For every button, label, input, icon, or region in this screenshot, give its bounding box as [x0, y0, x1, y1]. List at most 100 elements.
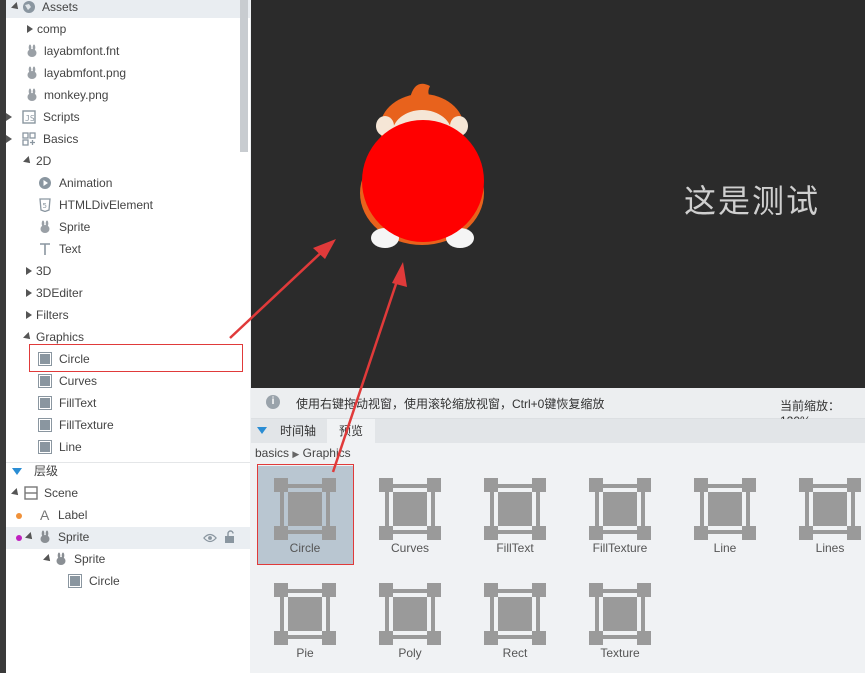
- tree-item-label: layabmfont.png: [44, 66, 127, 80]
- breadcrumb-root[interactable]: basics: [255, 446, 289, 460]
- play-circle-icon: [39, 177, 51, 189]
- graphics-node-icon: [38, 418, 52, 432]
- grid-tile-filltexture[interactable]: FillTexture: [572, 466, 668, 566]
- assets-scrollbar[interactable]: [240, 0, 248, 152]
- breadcrumb: basics ▶ Graphics: [255, 446, 351, 460]
- color-dot-icon: [16, 513, 22, 519]
- stage-text[interactable]: 这是测试: [684, 176, 820, 222]
- expand-arrow-icon[interactable]: [26, 267, 32, 275]
- grid-tile-label: Rect: [502, 646, 528, 660]
- text-icon: [40, 243, 50, 255]
- grid-tile-label: Curves: [390, 541, 429, 555]
- laya-file-icon: [27, 88, 37, 101]
- graphics-node-icon: [38, 396, 52, 410]
- tree-item-label: Sprite: [59, 220, 91, 234]
- collapse-arrow-icon[interactable]: [257, 427, 267, 434]
- tree-item-label: Animation: [59, 176, 113, 190]
- globe-icon: [23, 1, 35, 13]
- grid-tile-label: Lines: [815, 541, 845, 555]
- grid-tile-label: Line: [713, 541, 737, 555]
- tree-item-label: 3D: [36, 264, 52, 278]
- tree-item-label: Basics: [43, 132, 79, 146]
- tree-item-label: Scripts: [43, 110, 80, 124]
- expand-arrow-icon[interactable]: [6, 113, 12, 121]
- lock-icon[interactable]: [223, 530, 237, 544]
- tree-item-label: Line: [59, 440, 82, 454]
- basics-icon: [22, 132, 36, 146]
- grid-tile-label: Poly: [398, 646, 422, 660]
- grid-tile-line[interactable]: Line: [677, 466, 773, 566]
- tree-item-label: 2D: [36, 154, 52, 168]
- label-a-icon: A: [40, 507, 50, 523]
- svg-text:JS: JS: [25, 114, 35, 123]
- tab-preview[interactable]: 预览: [327, 419, 375, 443]
- layer-label: Sprite: [58, 530, 90, 544]
- breadcrumb-current[interactable]: Graphics: [303, 446, 351, 460]
- breadcrumb-separator-icon: ▶: [292, 449, 300, 459]
- grid-tile-label: Texture: [600, 646, 640, 660]
- layer-label: Circle: [89, 574, 120, 588]
- html5-icon: 5: [39, 198, 51, 212]
- svg-text:5: 5: [43, 202, 47, 210]
- laya-file-icon: [27, 66, 37, 79]
- grid-tile-label: Pie: [296, 646, 314, 660]
- grid-tile-label: FillText: [496, 541, 534, 555]
- grid-tile-rect[interactable]: Rect: [467, 571, 563, 671]
- grid-tile-lines[interactable]: Lines: [782, 466, 865, 566]
- laya-sprite-icon: [40, 220, 50, 233]
- assets-title: Assets: [42, 0, 79, 14]
- tree-item-label: layabmfont.fnt: [44, 44, 120, 58]
- expand-arrow-icon[interactable]: [26, 311, 32, 319]
- info-hint-text: 使用右键拖动视窗，使用滚轮缩放视窗，Ctrl+0键恢复缩放: [296, 397, 605, 411]
- laya-file-icon: [27, 44, 37, 57]
- graphics-component-icon: [274, 478, 336, 540]
- grid-tile-label: Circle: [289, 541, 321, 555]
- grid-tile-circle[interactable]: Circle: [257, 466, 353, 566]
- tab-timeline[interactable]: 时间轴: [271, 419, 325, 443]
- layer-label: Label: [58, 508, 88, 522]
- graphics-component-icon: [694, 478, 756, 540]
- grid-tile-curves[interactable]: Curves: [362, 466, 458, 566]
- expand-arrow-icon[interactable]: [6, 135, 12, 143]
- graphics-component-icon: [484, 478, 546, 540]
- tree-item-label: FillTexture: [59, 418, 114, 432]
- graphics-component-icon: [484, 583, 546, 645]
- graphics-node-icon: [68, 574, 82, 588]
- grid-tile-poly[interactable]: Poly: [362, 571, 458, 671]
- eye-icon[interactable]: [203, 531, 217, 545]
- scene-icon: [24, 486, 38, 500]
- graphics-component-icon: [589, 583, 651, 645]
- red-circle-graphic[interactable]: [362, 120, 484, 242]
- color-dot-icon: [16, 535, 22, 541]
- collapse-arrow-icon[interactable]: [25, 532, 35, 542]
- layers-title: 层级: [34, 464, 59, 478]
- tree-item-label: Curves: [59, 374, 98, 388]
- graphics-component-icon: [379, 583, 441, 645]
- laya-sprite-icon: [56, 552, 66, 565]
- graphics-component-icon: [589, 478, 651, 540]
- grid-tile-texture[interactable]: Texture: [572, 571, 668, 671]
- tree-item-label: monkey.png: [44, 88, 109, 102]
- grid-tile-pie[interactable]: Pie: [257, 571, 353, 671]
- graphics-component-icon: [799, 478, 861, 540]
- graphics-node-icon: [38, 374, 52, 388]
- scripts-icon: JS: [22, 110, 36, 124]
- expand-arrow-icon[interactable]: [26, 289, 32, 297]
- graphics-component-icon: [379, 478, 441, 540]
- tree-item-label: 3DEditer: [36, 286, 83, 300]
- grid-tile-filltext[interactable]: FillText: [467, 466, 563, 566]
- tree-item-label: Filters: [36, 308, 69, 322]
- laya-sprite-icon: [40, 530, 50, 543]
- tree-item-label: FillText: [59, 396, 97, 410]
- expand-arrow-icon[interactable]: [27, 25, 33, 33]
- grid-tile-label: FillTexture: [592, 541, 648, 555]
- annotation-highlight-box: [29, 344, 243, 372]
- tree-item-label: HTMLDivElement: [59, 198, 154, 212]
- graphics-component-icon: [274, 583, 336, 645]
- layer-label: Sprite: [74, 552, 106, 566]
- graphics-node-icon: [38, 440, 52, 454]
- info-icon: i: [266, 395, 280, 409]
- collapse-arrow-icon[interactable]: [12, 468, 22, 475]
- tree-item-label: Text: [59, 242, 82, 256]
- layer-item-sprite[interactable]: Sprite: [4, 526, 248, 548]
